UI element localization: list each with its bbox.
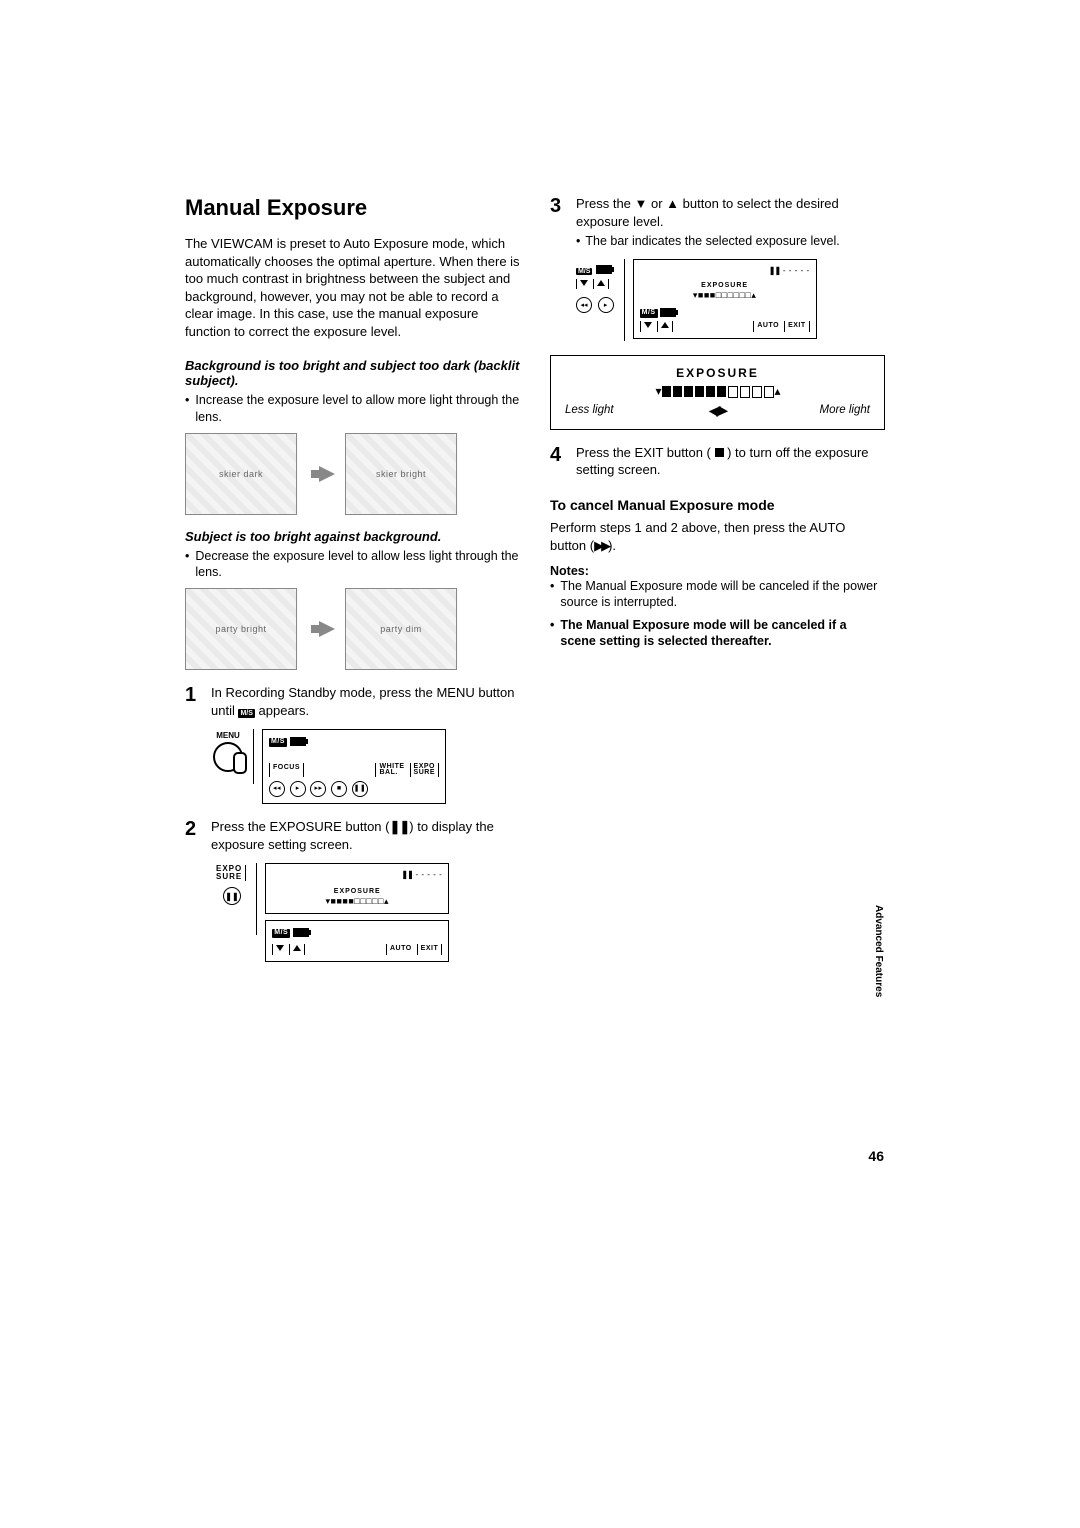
lcd-screen-step1: M/S FOCUS WHITEBAL. EXPOSURE ◂◂ ▸ ▸▸ ■ ❚… (262, 729, 446, 804)
step-number: 1 (185, 684, 211, 719)
lcd-bottom-bar: M/S AUTO EXIT (265, 920, 449, 962)
lcd-exposure-screen: ❚❚ - - - - - EXPOSURE ▾■■■■□□□□□▴ (265, 863, 449, 914)
notes-heading: Notes: (550, 564, 885, 578)
pause-button-icon: ❚❚ (223, 887, 241, 905)
pause-icon: ❚❚ (352, 781, 368, 797)
step3-diagram: M/S ◂◂ ▸ ❚❚ - - - - - EXPOSURE ▾■■■□□□□□… (576, 259, 885, 345)
case1-illustration-row: skier dark skier bright (185, 433, 520, 515)
step-number: 4 (550, 444, 576, 479)
intro-paragraph: The VIEWCAM is preset to Auto Exposure m… (185, 235, 520, 340)
cancel-body: Perform steps 1 and 2 above, then press … (550, 519, 885, 554)
case2-illustration-row: party bright party dim (185, 588, 520, 670)
lcd-stack-step2: ❚❚ - - - - - EXPOSURE ▾■■■■□□□□□▴ M/S AU… (265, 863, 449, 962)
step-4: 4 Press the EXIT button ( ) to turn off … (550, 444, 885, 479)
exposure-caption: Less light ◀▶ More light (565, 402, 870, 419)
page-number: 46 (868, 1148, 884, 1164)
case1-heading: Background is too bright and subject too… (185, 358, 520, 388)
lcd-stack-step3: ❚❚ - - - - - EXPOSURE ▾■■■□□□□□□▴ M/S AU… (633, 259, 817, 345)
menu-knob-icon (213, 742, 243, 772)
step-1: 1 In Recording Standby mode, press the M… (185, 684, 520, 719)
case2-bullet: Decrease the exposure level to allow les… (185, 548, 520, 581)
stop-icon: ■ (331, 781, 347, 797)
rewind-icon: ◂◂ (576, 297, 592, 313)
case1-after-image: skier bright (345, 433, 457, 515)
step-4-body: Press the EXIT button ( ) to turn off th… (576, 444, 885, 479)
battery-icon (660, 308, 676, 317)
ff-icon: ▸▸ (310, 781, 326, 797)
ff-glyph-icon: ▶▶ (594, 538, 608, 553)
arrow-right-icon (319, 466, 335, 482)
pause-glyph-icon: ❚❚ (389, 819, 409, 834)
step-2: 2 Press the EXPOSURE button (❚❚) to disp… (185, 818, 520, 853)
arrow-right-icon (319, 621, 335, 637)
step-number: 3 (550, 195, 576, 249)
step-3: 3 Press the ▼ or ▲ button to select the … (550, 195, 885, 249)
white-bal-label: WHITEBAL. (375, 763, 407, 778)
exposure-bar: ▾▴ (565, 384, 870, 398)
case1-bullet: Increase the exposure level to allow mor… (185, 392, 520, 425)
step-1-body: In Recording Standby mode, press the MEN… (211, 684, 520, 719)
double-arrow-icon: ◀▶ (708, 402, 726, 419)
battery-icon (293, 928, 309, 937)
lcd-exposure-screen: ❚❚ - - - - - EXPOSURE ▾■■■□□□□□□▴ M/S AU… (633, 259, 817, 339)
exposure-scale-box: EXPOSURE ▾▴ Less light ◀▶ More light (550, 355, 885, 430)
case2-before-image: party bright (185, 588, 297, 670)
play-icon: ▸ (598, 297, 614, 313)
expo-sure-label: EXPOSURE (410, 763, 439, 778)
step-3-sub: The bar indicates the selected exposure … (576, 233, 885, 249)
step1-diagram: MENU M/S FOCUS WHITEBAL. EXPOSURE ◂◂ ▸ ▸… (211, 729, 520, 804)
case2-after-image: party dim (345, 588, 457, 670)
step2-diagram: EXPOSURE ❚❚ ❚❚ - - - - - EXPOSURE ▾■■■■□… (211, 863, 520, 962)
rewind-icon: ◂◂ (269, 781, 285, 797)
step-number: 2 (185, 818, 211, 853)
stop-glyph-icon (715, 448, 724, 457)
battery-icon (596, 265, 612, 274)
arrow-buttons-illustration: M/S ◂◂ ▸ (576, 259, 625, 341)
exposure-button-illustration: EXPOSURE ❚❚ (211, 863, 257, 935)
exposure-box-title: EXPOSURE (565, 366, 870, 380)
cancel-heading: To cancel Manual Exposure mode (550, 497, 885, 513)
step-2-body: Press the EXPOSURE button (❚❚) to displa… (211, 818, 520, 853)
note-1: The Manual Exposure mode will be cancele… (550, 578, 885, 611)
section-tab: Advanced Features (873, 905, 884, 997)
right-column: 3 Press the ▼ or ▲ button to select the … (550, 195, 885, 972)
ms-icon: M/S (238, 709, 254, 718)
expo-label: EXPOSURE (213, 865, 246, 881)
note-2: The Manual Exposure mode will be cancele… (550, 617, 885, 650)
menu-button-illustration: MENU (211, 729, 254, 784)
page-title: Manual Exposure (185, 195, 520, 221)
battery-icon (290, 737, 306, 746)
case1-before-image: skier dark (185, 433, 297, 515)
left-column: Manual Exposure The VIEWCAM is preset to… (185, 195, 520, 972)
play-icon: ▸ (290, 781, 306, 797)
step-3-body: Press the ▼ or ▲ button to select the de… (576, 195, 885, 249)
case2-heading: Subject is too bright against background… (185, 529, 520, 544)
page-content: Manual Exposure The VIEWCAM is preset to… (0, 0, 1080, 972)
